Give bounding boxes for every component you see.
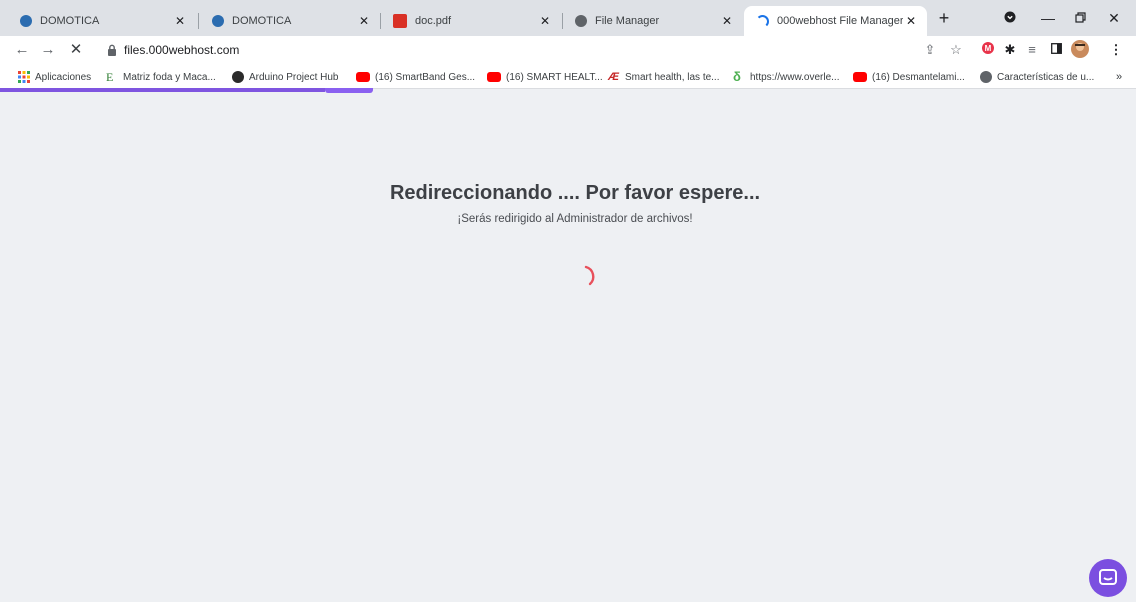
bookmark-smartband[interactable]: (16) SmartBand Ges...: [356, 69, 475, 85]
lock-icon: [108, 44, 116, 56]
bookmark-label: (16) SMART HEALT...: [506, 71, 603, 83]
bookmarks-overflow-chevron-icon[interactable]: »: [1116, 69, 1122, 85]
tab-doc-pdf[interactable]: doc.pdf ✕: [381, 6, 561, 36]
extension-m-icon: M: [982, 42, 994, 54]
close-window-button[interactable]: ✕: [1104, 8, 1124, 28]
bookmark-matriz-foda[interactable]: E Matriz foda y Maca...: [106, 69, 216, 85]
restore-button[interactable]: [1070, 8, 1090, 28]
bookmark-arduino[interactable]: Arduino Project Hub: [232, 69, 339, 85]
youtube-icon: [356, 72, 370, 82]
chat-bubble-icon: [1099, 569, 1117, 585]
bookmark-smart-health[interactable]: (16) SMART HEALT...: [487, 69, 603, 85]
tab-separator: [198, 13, 199, 29]
browser-toolbar: ← → ✕ files.000webhost.com ⇪ ☆ M ✱ ≡ ⋮: [0, 36, 1136, 64]
side-panel-glyph: [1050, 43, 1062, 54]
tab-label: File Manager: [595, 15, 660, 27]
tab-domotica-2[interactable]: DOMOTICA ✕: [200, 6, 380, 36]
bookmark-label: Arduino Project Hub: [249, 71, 339, 83]
tab-label: doc.pdf: [415, 15, 452, 27]
bookmark-label: Smart health, las te...: [625, 71, 720, 83]
bookmark-overleaf[interactable]: δ https://www.overle...: [733, 69, 839, 85]
back-button[interactable]: ←: [12, 40, 32, 60]
tab-strip: DOMOTICA ✕ DOMOTICA ✕ doc.pdf ✕ File Man…: [0, 0, 1136, 36]
close-icon[interactable]: ✕: [537, 13, 553, 29]
bookmark-desmantelamiento[interactable]: (16) Desmantelami...: [853, 69, 965, 85]
bookmark-star-icon[interactable]: ☆: [946, 40, 966, 60]
tab-search-icon: [1004, 11, 1016, 23]
bookmark-label: (16) Desmantelami...: [872, 71, 965, 83]
tab-label: 000webhost File Manager: [777, 15, 903, 27]
menu-icon[interactable]: ⋮: [1106, 40, 1126, 60]
bookmark-caracteristicas[interactable]: Características de u...: [980, 69, 1094, 85]
youtube-icon: [487, 72, 501, 82]
loading-icon: [756, 14, 769, 28]
globe-icon: [575, 15, 587, 27]
tab-file-manager[interactable]: File Manager ✕: [563, 6, 743, 36]
url-text: files.000webhost.com: [124, 43, 240, 57]
loading-spinner-icon: [584, 265, 595, 286]
globe-icon: [980, 71, 992, 83]
restore-icon: [1074, 12, 1086, 23]
stop-button[interactable]: ✕: [66, 40, 86, 60]
extension-icon[interactable]: M: [978, 40, 998, 60]
arduino-icon: [232, 71, 244, 83]
share-icon[interactable]: ⇪: [920, 40, 940, 60]
overleaf-icon: δ: [733, 69, 741, 84]
bookmark-label: Matriz foda y Maca...: [123, 71, 216, 83]
bookmarks-bar: Aplicaciones E Matriz foda y Maca... Ard…: [0, 64, 1136, 89]
e-logo-icon: E: [106, 70, 114, 84]
forward-button[interactable]: →: [38, 40, 58, 60]
bookmark-label: (16) SmartBand Ges...: [375, 71, 476, 83]
close-icon[interactable]: ✕: [356, 13, 372, 29]
bookmark-aplicaciones[interactable]: Aplicaciones: [18, 69, 91, 85]
bookmark-label: Características de u...: [997, 71, 1095, 83]
close-icon[interactable]: ✕: [719, 13, 735, 29]
bookmark-smart-health-article[interactable]: Æ Smart health, las te...: [608, 69, 720, 85]
extensions-puzzle-icon[interactable]: ✱: [1000, 40, 1020, 60]
page-subtitle: ¡Serás redirigido al Administrador de ar…: [457, 213, 693, 225]
page-load-progress-indicator: [325, 88, 373, 93]
pdf-icon: [393, 14, 407, 28]
tab-domotica-1[interactable]: DOMOTICA ✕: [8, 6, 196, 36]
page-load-progress-bar: [0, 88, 325, 92]
profile-avatar[interactable]: [1070, 40, 1090, 60]
site-logo-icon: Æ: [608, 71, 619, 83]
tab-label: DOMOTICA: [40, 15, 100, 27]
web-app-icon: [20, 15, 32, 27]
svg-text:M: M: [985, 44, 992, 53]
chat-widget-button[interactable]: [1089, 559, 1127, 597]
reading-list-icon[interactable]: ≡: [1022, 40, 1042, 60]
apps-grid-icon: [18, 71, 30, 83]
youtube-icon: [853, 72, 867, 82]
tab-000webhost-file-manager[interactable]: 000webhost File Manager ✕: [744, 6, 927, 36]
minimize-button[interactable]: —: [1038, 8, 1058, 28]
side-panel-icon[interactable]: [1046, 40, 1066, 60]
close-icon[interactable]: ✕: [172, 13, 188, 29]
tab-search-button[interactable]: [1000, 8, 1020, 28]
new-tab-button[interactable]: +: [934, 8, 954, 28]
web-app-icon: [212, 15, 224, 27]
close-icon[interactable]: ✕: [903, 13, 919, 29]
bookmark-label: https://www.overle...: [750, 71, 840, 83]
avatar-icon: [1071, 40, 1089, 58]
tab-label: DOMOTICA: [232, 15, 292, 27]
page-title: Redireccionando .... Por favor espere...: [389, 182, 761, 204]
bookmark-label: Aplicaciones: [35, 71, 92, 83]
